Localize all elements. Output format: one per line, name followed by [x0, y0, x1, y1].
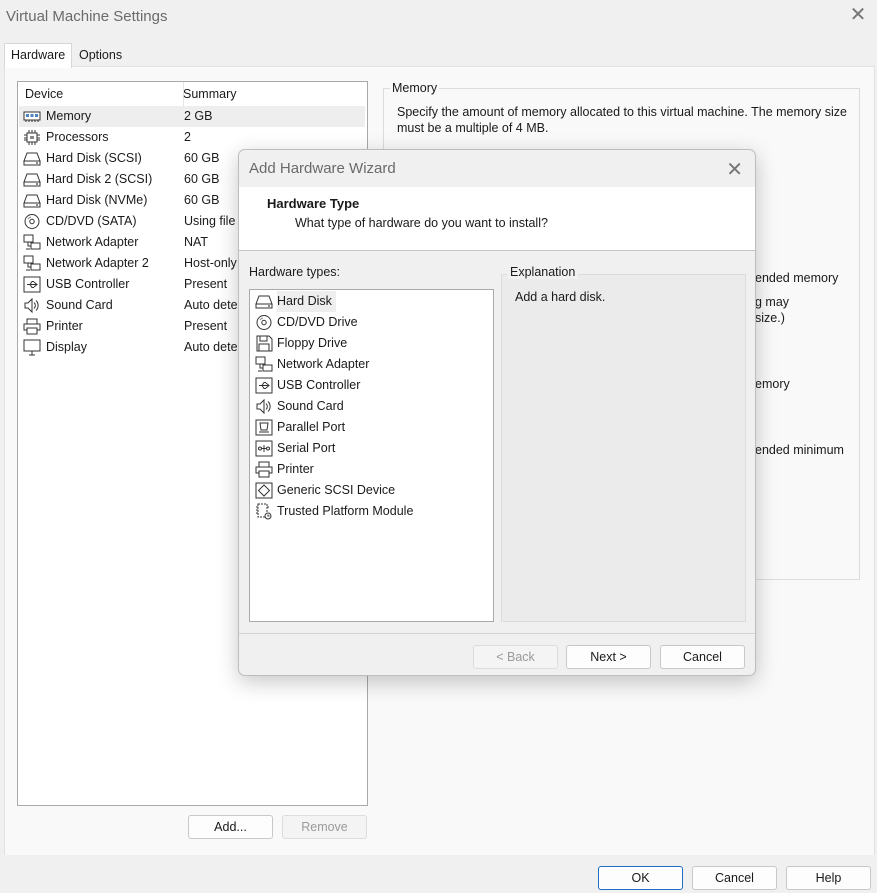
tab-options[interactable]: Options: [73, 44, 128, 66]
hardware-types-label: Hardware types:: [249, 265, 341, 279]
wizard-cancel-button[interactable]: Cancel: [660, 645, 745, 669]
device-name: Memory: [46, 109, 92, 123]
wizard-close-icon[interactable]: ✕: [726, 157, 743, 182]
hard-disk-icon: [23, 192, 41, 209]
usb-icon: [255, 377, 273, 394]
device-row[interactable]: Processors 2: [19, 127, 365, 148]
device-name: Printer: [46, 319, 83, 333]
device-name: Network Adapter 2: [46, 256, 149, 270]
processor-icon: [23, 129, 41, 146]
floppy-icon: [255, 335, 273, 352]
network-adapter-icon: [23, 234, 41, 251]
device-name: Network Adapter: [46, 235, 139, 249]
memory-description: Specify the amount of memory allocated t…: [397, 105, 847, 135]
memory-text-fragment: emory: [755, 377, 790, 391]
wizard-heading: Hardware Type: [267, 196, 360, 211]
hardware-type-label: USB Controller: [277, 378, 361, 392]
device-summary: Using file: [184, 214, 236, 228]
display-icon: [23, 339, 41, 356]
back-button[interactable]: < Back: [473, 645, 558, 669]
printer-icon: [255, 461, 273, 478]
device-summary: 60 GB: [184, 151, 220, 165]
device-summary: 60 GB: [184, 172, 220, 186]
memory-text-fragment: ended minimum: [755, 443, 844, 457]
tpm-icon: [255, 503, 273, 520]
hardware-type-label: Serial Port: [277, 441, 336, 455]
device-summary: 60 GB: [184, 193, 220, 207]
cancel-button[interactable]: Cancel: [692, 866, 777, 890]
device-name: USB Controller: [46, 277, 130, 291]
wizard-header: Hardware Type What type of hardware do y…: [239, 187, 755, 251]
device-name: Hard Disk 2 (SCSI): [46, 172, 153, 186]
cd-dvd-icon: [23, 213, 41, 230]
memory-group-title: Memory: [390, 81, 440, 95]
hardware-type-label: Sound Card: [277, 399, 344, 413]
hardware-type-label: Hard Disk: [277, 291, 336, 312]
explanation-title: Explanation: [507, 265, 579, 279]
next-button[interactable]: Next >: [566, 645, 651, 669]
device-summary: 2 GB: [184, 109, 213, 123]
device-name: Display: [46, 340, 87, 354]
device-row[interactable]: Memory 2 GB: [19, 106, 365, 127]
tab-hardware[interactable]: Hardware: [4, 43, 73, 68]
scsi-icon: [255, 482, 273, 499]
hard-disk-icon: [23, 150, 41, 167]
add-device-button[interactable]: Add...: [188, 815, 273, 839]
help-button[interactable]: Help: [786, 866, 871, 890]
device-summary: 2: [184, 130, 191, 144]
device-name: Hard Disk (NVMe): [46, 193, 148, 207]
device-summary: Auto dete: [184, 340, 238, 354]
explanation-groupbox: [501, 274, 746, 622]
device-summary: Host-only: [184, 256, 237, 270]
device-name: Sound Card: [46, 298, 113, 312]
serial-port-icon: [255, 440, 273, 457]
hardware-types-list[interactable]: Hard Disk CD/DVD Drive Floppy Drive Network…: [249, 289, 494, 622]
close-icon[interactable]: ✕: [849, 5, 867, 25]
wizard-subheading: What type of hardware do you want to ins…: [295, 216, 548, 230]
sound-icon: [255, 398, 273, 415]
explanation-text: Add a hard disk.: [515, 290, 606, 304]
hard-disk-icon: [255, 293, 273, 310]
parallel-port-icon: [255, 419, 273, 436]
device-summary: Auto dete: [184, 298, 238, 312]
window-title: Virtual Machine Settings: [6, 8, 168, 25]
sound-icon: [23, 297, 41, 314]
network-adapter-icon: [255, 356, 273, 373]
add-hardware-wizard-dialog: Add Hardware Wizard ✕ Hardware Type What…: [238, 149, 756, 676]
hardware-type-label: Floppy Drive: [277, 336, 348, 350]
cd-dvd-icon: [255, 314, 273, 331]
network-adapter-icon: [23, 255, 41, 272]
device-summary: Present: [184, 277, 228, 291]
ok-button[interactable]: OK: [598, 866, 683, 890]
hardware-type-label: CD/DVD Drive: [277, 315, 358, 329]
hardware-type-label: Printer: [277, 462, 314, 476]
device-name: CD/DVD (SATA): [46, 214, 137, 228]
memory-text-fragment: ended memory: [755, 271, 839, 285]
device-summary: Present: [184, 319, 228, 333]
printer-icon: [23, 318, 41, 335]
wizard-divider: [239, 633, 755, 634]
hardware-type-label: Network Adapter: [277, 357, 370, 371]
hardware-type-label: Trusted Platform Module: [277, 504, 414, 518]
device-name: Processors: [46, 130, 109, 144]
remove-device-button[interactable]: Remove: [282, 815, 367, 839]
memory-icon: [23, 108, 41, 125]
memory-text-fragment: size.): [755, 311, 785, 325]
column-header-device[interactable]: Device: [18, 82, 184, 106]
memory-text-fragment: g may: [755, 295, 790, 309]
column-header-summary[interactable]: Summary: [177, 82, 236, 106]
device-summary: NAT: [184, 235, 209, 249]
device-name: Hard Disk (SCSI): [46, 151, 142, 165]
usb-icon: [23, 276, 41, 293]
hardware-type-label: Generic SCSI Device: [277, 483, 396, 497]
hardware-type-label: Parallel Port: [277, 420, 346, 434]
hard-disk-icon: [23, 171, 41, 188]
wizard-title: Add Hardware Wizard: [249, 160, 396, 177]
